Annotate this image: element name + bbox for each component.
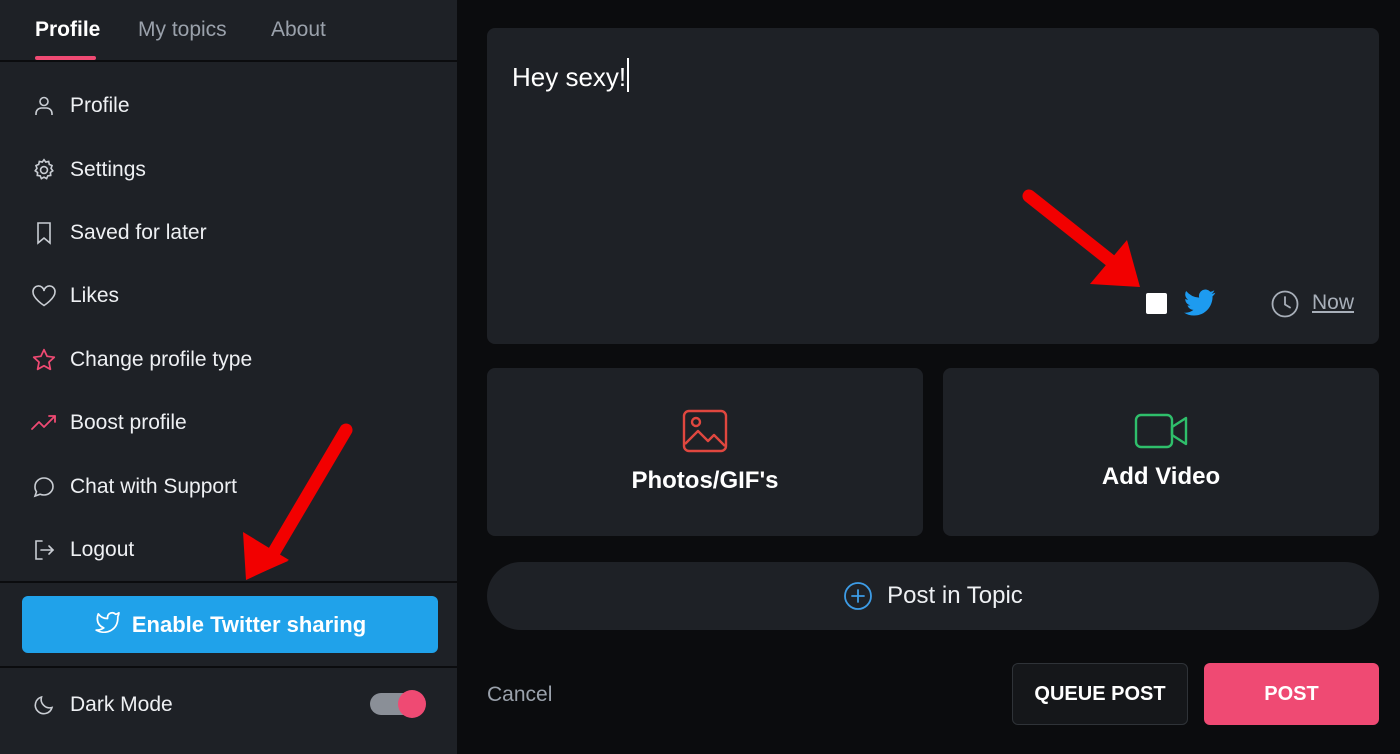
toggle-knob [398, 690, 426, 718]
post-text-input[interactable]: Hey sexy! [512, 58, 630, 93]
post-button[interactable]: POST [1204, 663, 1379, 725]
active-tab-indicator [35, 56, 96, 60]
video-label: Add Video [1101, 463, 1221, 490]
share-to-twitter-checkbox[interactable] [1146, 293, 1167, 314]
plus-circle-icon [844, 582, 873, 610]
sidebar: Profile My topics About Profile Settings… [0, 0, 459, 754]
post-text: Hey sexy! [512, 62, 627, 92]
sidebar-item-label: Settings [70, 158, 146, 181]
image-icon [682, 409, 728, 453]
sidebar-item-settings[interactable]: Settings [30, 150, 430, 190]
cancel-button[interactable]: Cancel [487, 683, 552, 707]
post-composer[interactable]: Hey sexy! Now [487, 28, 1379, 344]
sidebar-item-label: Chat with Support [70, 475, 237, 498]
text-caret [627, 58, 630, 92]
dark-mode-toggle[interactable] [370, 690, 426, 718]
twitter-icon [94, 611, 120, 638]
moon-icon [30, 691, 58, 719]
schedule-now-link[interactable]: Now [1312, 291, 1354, 315]
tab-about[interactable]: About [271, 18, 326, 42]
enable-twitter-sharing-button[interactable]: Enable Twitter sharing [22, 596, 438, 653]
post-in-topic-button[interactable]: Post in Topic [487, 562, 1379, 630]
star-icon [30, 346, 58, 374]
sidebar-item-chat-with-support[interactable]: Chat with Support [30, 467, 430, 507]
sidebar-item-change-profile-type[interactable]: Change profile type [30, 340, 430, 380]
sidebar-tabs: Profile My topics About [0, 0, 459, 62]
sidebar-item-label: Saved for later [70, 221, 207, 244]
heart-icon [30, 282, 58, 310]
video-camera-icon [1134, 413, 1188, 449]
tab-profile[interactable]: Profile [35, 18, 100, 42]
sidebar-item-boost-profile[interactable]: Boost profile [30, 403, 430, 443]
enable-twitter-sharing-label: Enable Twitter sharing [131, 611, 367, 637]
dark-mode-label: Dark Mode [70, 693, 173, 716]
sidebar-item-label: Profile [70, 94, 130, 117]
sidebar-item-label: Change profile type [70, 348, 253, 371]
sidebar-item-logout[interactable]: Logout [30, 530, 430, 570]
tab-my-topics[interactable]: My topics [138, 18, 227, 42]
photos-label: Photos/GIF's [631, 467, 779, 494]
add-video-button[interactable]: Add Video [943, 368, 1379, 536]
sidebar-item-label: Boost profile [70, 411, 187, 434]
add-photos-button[interactable]: Photos/GIF's [487, 368, 923, 536]
post-in-topic-label: Post in Topic [887, 582, 1023, 609]
sidebar-item-label: Likes [70, 284, 120, 307]
user-icon [30, 92, 58, 120]
queue-post-button[interactable]: QUEUE POST [1012, 663, 1188, 725]
sidebar-item-likes[interactable]: Likes [30, 276, 430, 316]
bookmark-icon [30, 219, 58, 247]
sidebar-item-label: Logout [70, 538, 135, 561]
gear-icon [30, 156, 58, 184]
twitter-bird-icon [1184, 289, 1216, 316]
divider [0, 581, 459, 583]
logout-icon [30, 536, 58, 564]
divider [0, 666, 459, 668]
chat-bubble-icon [30, 473, 58, 501]
sidebar-item-saved-for-later[interactable]: Saved for later [30, 213, 430, 253]
sidebar-item-profile[interactable]: Profile [30, 86, 430, 126]
trending-up-icon [30, 409, 58, 437]
clock-icon[interactable] [1270, 289, 1300, 319]
